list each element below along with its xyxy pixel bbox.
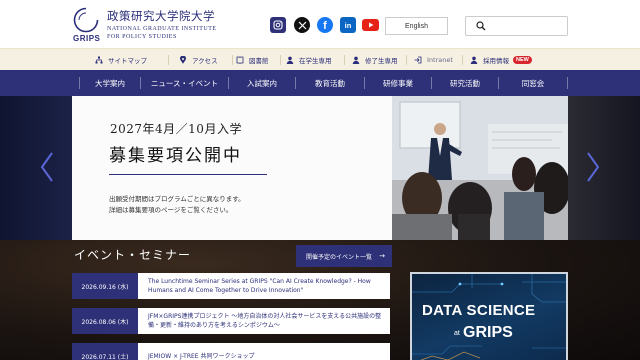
utility-link-jobs[interactable]: 採用情報 NEW: [470, 54, 532, 66]
utility-link-alumni[interactable]: 修了生専用: [352, 54, 398, 66]
access-label: アクセス: [192, 57, 218, 65]
new-badge: NEW: [513, 56, 532, 64]
utility-divider: [406, 55, 407, 65]
logo-english-line1: National Graduate Institute: [107, 26, 217, 32]
arrow-right-icon: →: [379, 252, 385, 260]
logo-japanese-name[interactable]: 政策研究大学院大学: [107, 8, 215, 24]
map-pin-icon: [180, 56, 186, 64]
banner-line1: DATA SCIENCE: [422, 302, 536, 319]
event-list-item[interactable]: 2026.08.06 (木) JFM×GRIPS連携プロジェクト 〜地方自治体の…: [72, 308, 390, 334]
event-title[interactable]: JEMIOW × J-TREE 共同ワークショップ: [148, 352, 384, 360]
students-label: 在学生専用: [299, 57, 332, 65]
hero-lecture-photo: [392, 96, 568, 240]
event-title[interactable]: JFM×GRIPS連携プロジェクト 〜地方自治体の対人社会サービスを支える公共施…: [148, 312, 384, 330]
utility-divider: [344, 55, 345, 65]
library-label: 図書館: [249, 57, 269, 65]
event-date: 2026.08.06 (木): [72, 308, 138, 334]
banner-line2: GRIPS: [463, 324, 513, 341]
hero-divider: [109, 174, 267, 175]
upcoming-events-button[interactable]: 開催予定のイベント一覧 →: [296, 245, 392, 267]
utility-link-sitemap[interactable]: サイトマップ: [95, 54, 147, 66]
nav-item-about[interactable]: 大学案内: [80, 70, 140, 96]
banner-at: at: [454, 330, 460, 337]
event-date: 2026.07.11 (土): [72, 343, 138, 360]
utility-link-access[interactable]: アクセス: [179, 54, 218, 66]
logo-grips-text[interactable]: GRIPS: [73, 34, 100, 43]
hero-slide[interactable]: [72, 96, 392, 240]
event-date: 2026.09.16 (水): [72, 273, 138, 299]
nav-item-alumni-association[interactable]: 同窓会: [499, 70, 567, 96]
utility-link-library[interactable]: 図書館: [236, 54, 269, 66]
hero-prev-slide-preview: [0, 96, 72, 240]
linkedin-icon[interactable]: in: [340, 17, 356, 33]
user-icon: [286, 56, 294, 64]
chevron-left-icon[interactable]: [40, 152, 54, 182]
nav-item-admissions[interactable]: 入試案内: [229, 70, 295, 96]
utility-links-bar: サイトマップ アクセス 図書館 在学生専用 修了生専用 Intranet 採用情…: [0, 48, 640, 70]
event-list-item[interactable]: 2026.09.16 (水) The Lunchtime Seminar Ser…: [72, 273, 390, 299]
hero-next-slide-preview: [568, 96, 640, 240]
facebook-icon[interactable]: f: [317, 17, 333, 33]
search-icon[interactable]: [476, 21, 486, 31]
nav-item-education[interactable]: 教育活動: [296, 70, 364, 96]
search-input[interactable]: [492, 19, 562, 33]
book-icon: [236, 56, 244, 64]
nav-divider: [567, 77, 568, 89]
intranet-label: Intranet: [427, 56, 453, 64]
utility-divider: [232, 55, 233, 65]
lecture-scene-image: [392, 96, 568, 240]
hero-note: 出願受付期間はプログラムごとに異なります。 詳細は募集要項のページをご覧ください…: [109, 194, 245, 216]
hero-note-line1: 出願受付期間はプログラムごとに異なります。: [109, 195, 245, 203]
data-science-banner[interactable]: DATA SCIENCE at GRIPS: [410, 272, 568, 360]
logo-english-line2: for Policy Studies: [107, 34, 177, 40]
site-header: GRIPS 政策研究大学院大学 National Graduate Instit…: [0, 0, 640, 48]
user-icon: [470, 56, 478, 64]
x-icon[interactable]: [294, 17, 310, 33]
english-language-button[interactable]: English: [385, 17, 448, 35]
global-navigation: 大学案内 ニュース・イベント 入試案内 教育活動 研修事業 研究活動 同窓会: [0, 70, 640, 96]
sitemap-label: サイトマップ: [108, 57, 147, 65]
search-box[interactable]: [465, 16, 568, 36]
hero-carousel: 2027年4月／10月入学 募集要項公開中 出願受付期間はプログラムごとに異なり…: [0, 96, 640, 240]
logo-english-name[interactable]: National Graduate Institute for Policy S…: [107, 25, 217, 41]
hero-title-line1: 2027年4月／10月入学: [110, 122, 242, 136]
nav-item-news-events[interactable]: ニュース・イベント: [141, 70, 228, 96]
nav-item-training[interactable]: 研修事業: [365, 70, 431, 96]
grips-homepage: GRIPS 政策研究大学院大学 National Graduate Instit…: [0, 0, 640, 360]
events-heading: イベント・セミナー: [74, 248, 192, 262]
hero-note-line2: 詳細は募集要項のページをご覧ください。: [109, 206, 233, 214]
instagram-icon[interactable]: [270, 17, 286, 33]
alumni-label: 修了生専用: [365, 57, 398, 65]
event-title[interactable]: The Lunchtime Seminar Series at GRIPS "C…: [148, 277, 384, 295]
grips-logo-icon[interactable]: [73, 7, 99, 33]
utility-divider: [168, 55, 169, 65]
hero-title-line2: 募集要項公開中: [109, 146, 242, 166]
youtube-icon[interactable]: [362, 19, 379, 31]
login-icon: [414, 56, 422, 64]
user-icon: [352, 56, 360, 64]
jobs-label: 採用情報: [483, 57, 509, 65]
sitemap-icon: [95, 56, 103, 64]
utility-divider: [462, 55, 463, 65]
upcoming-events-label: 開催予定のイベント一覧: [306, 253, 373, 261]
event-list-item[interactable]: 2026.07.11 (土) JEMIOW × J-TREE 共同ワークショップ: [72, 343, 390, 360]
utility-divider: [280, 55, 281, 65]
utility-link-students[interactable]: 在学生専用: [286, 54, 332, 66]
utility-link-intranet[interactable]: Intranet: [414, 54, 453, 66]
chevron-right-icon[interactable]: [586, 152, 600, 182]
nav-item-research[interactable]: 研究活動: [432, 70, 498, 96]
